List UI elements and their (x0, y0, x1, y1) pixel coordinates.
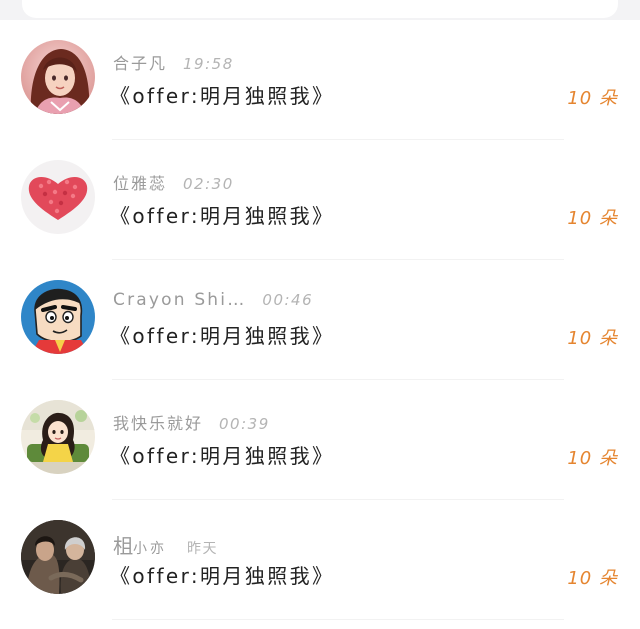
gift-message: 《offer:明月独照我》 (110, 324, 335, 348)
gift-message: 《offer:明月独照我》 (110, 204, 335, 228)
top-strip (0, 0, 640, 20)
user-name[interactable]: 我快乐就好 (113, 410, 203, 434)
gift-message: 《offer:明月独照我》 (110, 564, 335, 588)
red-heart-avatar[interactable] (21, 160, 95, 234)
flower-count: 10 朵 (567, 328, 618, 349)
item-meta: Crayon Shi… 00:46 (113, 290, 313, 314)
row-divider (112, 619, 564, 620)
flower-count: 10 朵 (567, 208, 618, 229)
gift-list: 合子凡 19:58 《offer:明月独照我》 10 朵 位雅蕊 02:30 《… (0, 20, 640, 620)
list-item[interactable]: 位雅蕊 02:30 《offer:明月独照我》 10 朵 (0, 140, 640, 260)
gift-message: 《offer:明月独照我》 (110, 84, 335, 108)
user-name-rest: 小亦 (133, 541, 167, 557)
item-meta: 合子凡 19:58 (113, 50, 234, 74)
user-name[interactable]: 合子凡 (113, 50, 167, 74)
couple-photo-avatar[interactable] (21, 520, 95, 594)
user-name[interactable]: Crayon Shi… (113, 290, 246, 310)
user-name[interactable]: 柤小亦 (113, 530, 167, 559)
user-name[interactable]: 位雅蕊 (113, 170, 167, 194)
gift-message: 《offer:明月独照我》 (110, 444, 335, 468)
timestamp: 02:30 (183, 175, 234, 193)
flower-count: 10 朵 (567, 448, 618, 469)
timestamp: 00:39 (219, 415, 270, 433)
list-item[interactable]: 我快乐就好 00:39 《offer:明月独照我》 10 朵 (0, 380, 640, 500)
user-name-main: 柤 (113, 534, 133, 558)
timestamp: 00:46 (262, 291, 314, 309)
timestamp: 19:58 (183, 55, 234, 73)
timestamp: 昨天 (187, 541, 218, 557)
list-item[interactable]: Crayon Shi… 00:46 《offer:明月独照我》 10 朵 (0, 260, 640, 380)
item-meta: 位雅蕊 02:30 (113, 170, 234, 194)
flower-count: 10 朵 (567, 88, 618, 109)
item-meta: 柤小亦 昨天 (113, 530, 218, 558)
anime-girl-avatar[interactable] (21, 40, 95, 114)
previous-card-edge (22, 0, 618, 18)
list-item[interactable]: 合子凡 19:58 《offer:明月独照我》 10 朵 (0, 20, 640, 140)
flower-count: 10 朵 (567, 568, 618, 589)
item-meta: 我快乐就好 00:39 (113, 410, 270, 434)
cartoon-boy-avatar[interactable] (21, 280, 95, 354)
cartoon-girl-avatar[interactable] (21, 400, 95, 474)
list-item[interactable]: 柤小亦 昨天 《offer:明月独照我》 10 朵 (0, 500, 640, 620)
